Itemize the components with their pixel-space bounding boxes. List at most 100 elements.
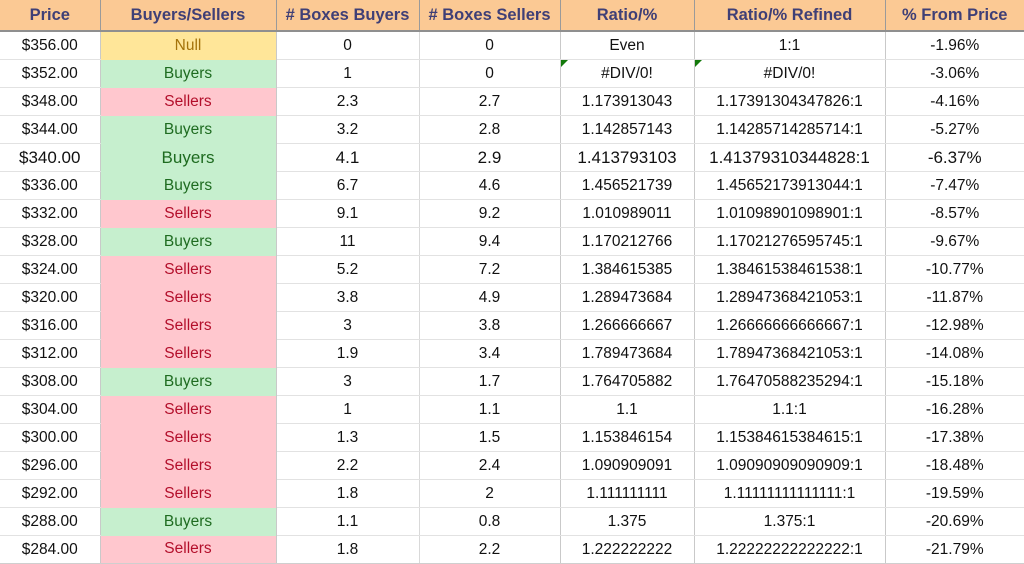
column-header-pct-from-price[interactable]: % From Price [885,0,1024,32]
cell-boxes-buyers[interactable]: 3 [276,311,420,340]
cell-boxes-sellers[interactable]: 1.7 [419,367,561,396]
cell-ratio-refined[interactable]: 1.375:1 [694,507,886,536]
cell-price[interactable]: $296.00 [0,451,101,480]
cell-ratio-refined[interactable]: 1.1:1 [694,395,886,424]
cell-ratio[interactable]: 1.764705882 [560,367,695,396]
cell-ratio-refined[interactable]: 1.17391304347826:1 [694,87,886,116]
cell-boxes-sellers[interactable]: 2.9 [419,143,561,172]
cell-ratio[interactable]: 1.456521739 [560,171,695,200]
cell-boxes-sellers[interactable]: 1.1 [419,395,561,424]
cell-price[interactable]: $332.00 [0,199,101,228]
cell-boxes-sellers[interactable]: 2 [419,479,561,508]
cell-ratio-refined[interactable]: 1.22222222222222:1 [694,535,886,564]
cell-price[interactable]: $304.00 [0,395,101,424]
cell-ratio-refined[interactable]: 1.01098901098901:1 [694,199,886,228]
cell-boxes-sellers[interactable]: 3.8 [419,311,561,340]
cell-ratio-refined[interactable]: #DIV/0! [694,59,886,88]
cell-ratio[interactable]: #DIV/0! [560,59,695,88]
cell-ratio[interactable]: 1.142857143 [560,115,695,144]
cell-price[interactable]: $308.00 [0,367,101,396]
column-header-ratio-refined[interactable]: Ratio/% Refined [694,0,886,32]
cell-boxes-sellers[interactable]: 9.4 [419,227,561,256]
cell-buyers-sellers[interactable]: Sellers [100,395,277,424]
column-header-boxes-buyers[interactable]: # Boxes Buyers [276,0,420,32]
cell-buyers-sellers[interactable]: Sellers [100,283,277,312]
cell-boxes-sellers[interactable]: 2.2 [419,535,561,564]
cell-buyers-sellers[interactable]: Sellers [100,311,277,340]
cell-boxes-buyers[interactable]: 0 [276,31,420,60]
cell-price[interactable]: $292.00 [0,479,101,508]
cell-buyers-sellers[interactable]: Sellers [100,535,277,564]
cell-boxes-buyers[interactable]: 1.9 [276,339,420,368]
cell-ratio[interactable]: 1.173913043 [560,87,695,116]
cell-price[interactable]: $348.00 [0,87,101,116]
cell-boxes-sellers[interactable]: 3.4 [419,339,561,368]
cell-ratio[interactable]: 1.384615385 [560,255,695,284]
cell-ratio-refined[interactable]: 1.09090909090909:1 [694,451,886,480]
cell-boxes-buyers[interactable]: 3.2 [276,115,420,144]
cell-price[interactable]: $284.00 [0,535,101,564]
cell-price[interactable]: $340.00 [0,143,101,172]
cell-price[interactable]: $336.00 [0,171,101,200]
cell-ratio-refined[interactable]: 1.76470588235294:1 [694,367,886,396]
cell-boxes-buyers[interactable]: 1.1 [276,507,420,536]
cell-price[interactable]: $288.00 [0,507,101,536]
cell-ratio-refined[interactable]: 1:1 [694,31,886,60]
cell-price[interactable]: $324.00 [0,255,101,284]
cell-pct-from-price[interactable]: -8.57% [885,199,1024,228]
cell-ratio[interactable]: 1.153846154 [560,423,695,452]
cell-ratio[interactable]: 1.789473684 [560,339,695,368]
cell-buyers-sellers[interactable]: Sellers [100,423,277,452]
cell-price[interactable]: $320.00 [0,283,101,312]
cell-buyers-sellers[interactable]: Buyers [100,143,277,172]
cell-buyers-sellers[interactable]: Sellers [100,255,277,284]
cell-pct-from-price[interactable]: -14.08% [885,339,1024,368]
cell-buyers-sellers[interactable]: Sellers [100,339,277,368]
cell-buyers-sellers[interactable]: Buyers [100,59,277,88]
cell-boxes-buyers[interactable]: 3 [276,367,420,396]
cell-pct-from-price[interactable]: -4.16% [885,87,1024,116]
cell-boxes-buyers[interactable]: 1.8 [276,535,420,564]
cell-boxes-buyers[interactable]: 3.8 [276,283,420,312]
cell-pct-from-price[interactable]: -21.79% [885,535,1024,564]
cell-boxes-sellers[interactable]: 2.7 [419,87,561,116]
cell-buyers-sellers[interactable]: Buyers [100,171,277,200]
cell-pct-from-price[interactable]: -1.96% [885,31,1024,60]
cell-boxes-sellers[interactable]: 0.8 [419,507,561,536]
cell-price[interactable]: $316.00 [0,311,101,340]
column-header-ratio[interactable]: Ratio/% [560,0,695,32]
cell-boxes-buyers[interactable]: 5.2 [276,255,420,284]
cell-boxes-buyers[interactable]: 1 [276,395,420,424]
cell-ratio-refined[interactable]: 1.38461538461538:1 [694,255,886,284]
cell-buyers-sellers[interactable]: Sellers [100,87,277,116]
cell-boxes-sellers[interactable]: 7.2 [419,255,561,284]
cell-ratio-refined[interactable]: 1.15384615384615:1 [694,423,886,452]
cell-boxes-buyers[interactable]: 2.3 [276,87,420,116]
cell-ratio[interactable]: 1.1 [560,395,695,424]
cell-boxes-buyers[interactable]: 9.1 [276,199,420,228]
cell-ratio-refined[interactable]: 1.26666666666667:1 [694,311,886,340]
cell-ratio-refined[interactable]: 1.41379310344828:1 [694,143,886,172]
column-header-price[interactable]: Price [0,0,101,32]
cell-ratio-refined[interactable]: 1.17021276595745:1 [694,227,886,256]
cell-boxes-buyers[interactable]: 1.3 [276,423,420,452]
cell-buyers-sellers[interactable]: Sellers [100,479,277,508]
cell-price[interactable]: $344.00 [0,115,101,144]
cell-pct-from-price[interactable]: -15.18% [885,367,1024,396]
cell-ratio[interactable]: 1.111111111 [560,479,695,508]
cell-buyers-sellers[interactable]: Buyers [100,227,277,256]
cell-price[interactable]: $328.00 [0,227,101,256]
cell-ratio[interactable]: 1.413793103 [560,143,695,172]
cell-pct-from-price[interactable]: -11.87% [885,283,1024,312]
cell-ratio-refined[interactable]: 1.45652173913044:1 [694,171,886,200]
cell-boxes-sellers[interactable]: 4.9 [419,283,561,312]
cell-pct-from-price[interactable]: -3.06% [885,59,1024,88]
cell-ratio[interactable]: 1.222222222 [560,535,695,564]
cell-pct-from-price[interactable]: -7.47% [885,171,1024,200]
cell-ratio[interactable]: 1.010989011 [560,199,695,228]
cell-boxes-sellers[interactable]: 0 [419,59,561,88]
cell-boxes-buyers[interactable]: 11 [276,227,420,256]
cell-boxes-buyers[interactable]: 4.1 [276,143,420,172]
cell-buyers-sellers[interactable]: Buyers [100,115,277,144]
cell-boxes-sellers[interactable]: 9.2 [419,199,561,228]
